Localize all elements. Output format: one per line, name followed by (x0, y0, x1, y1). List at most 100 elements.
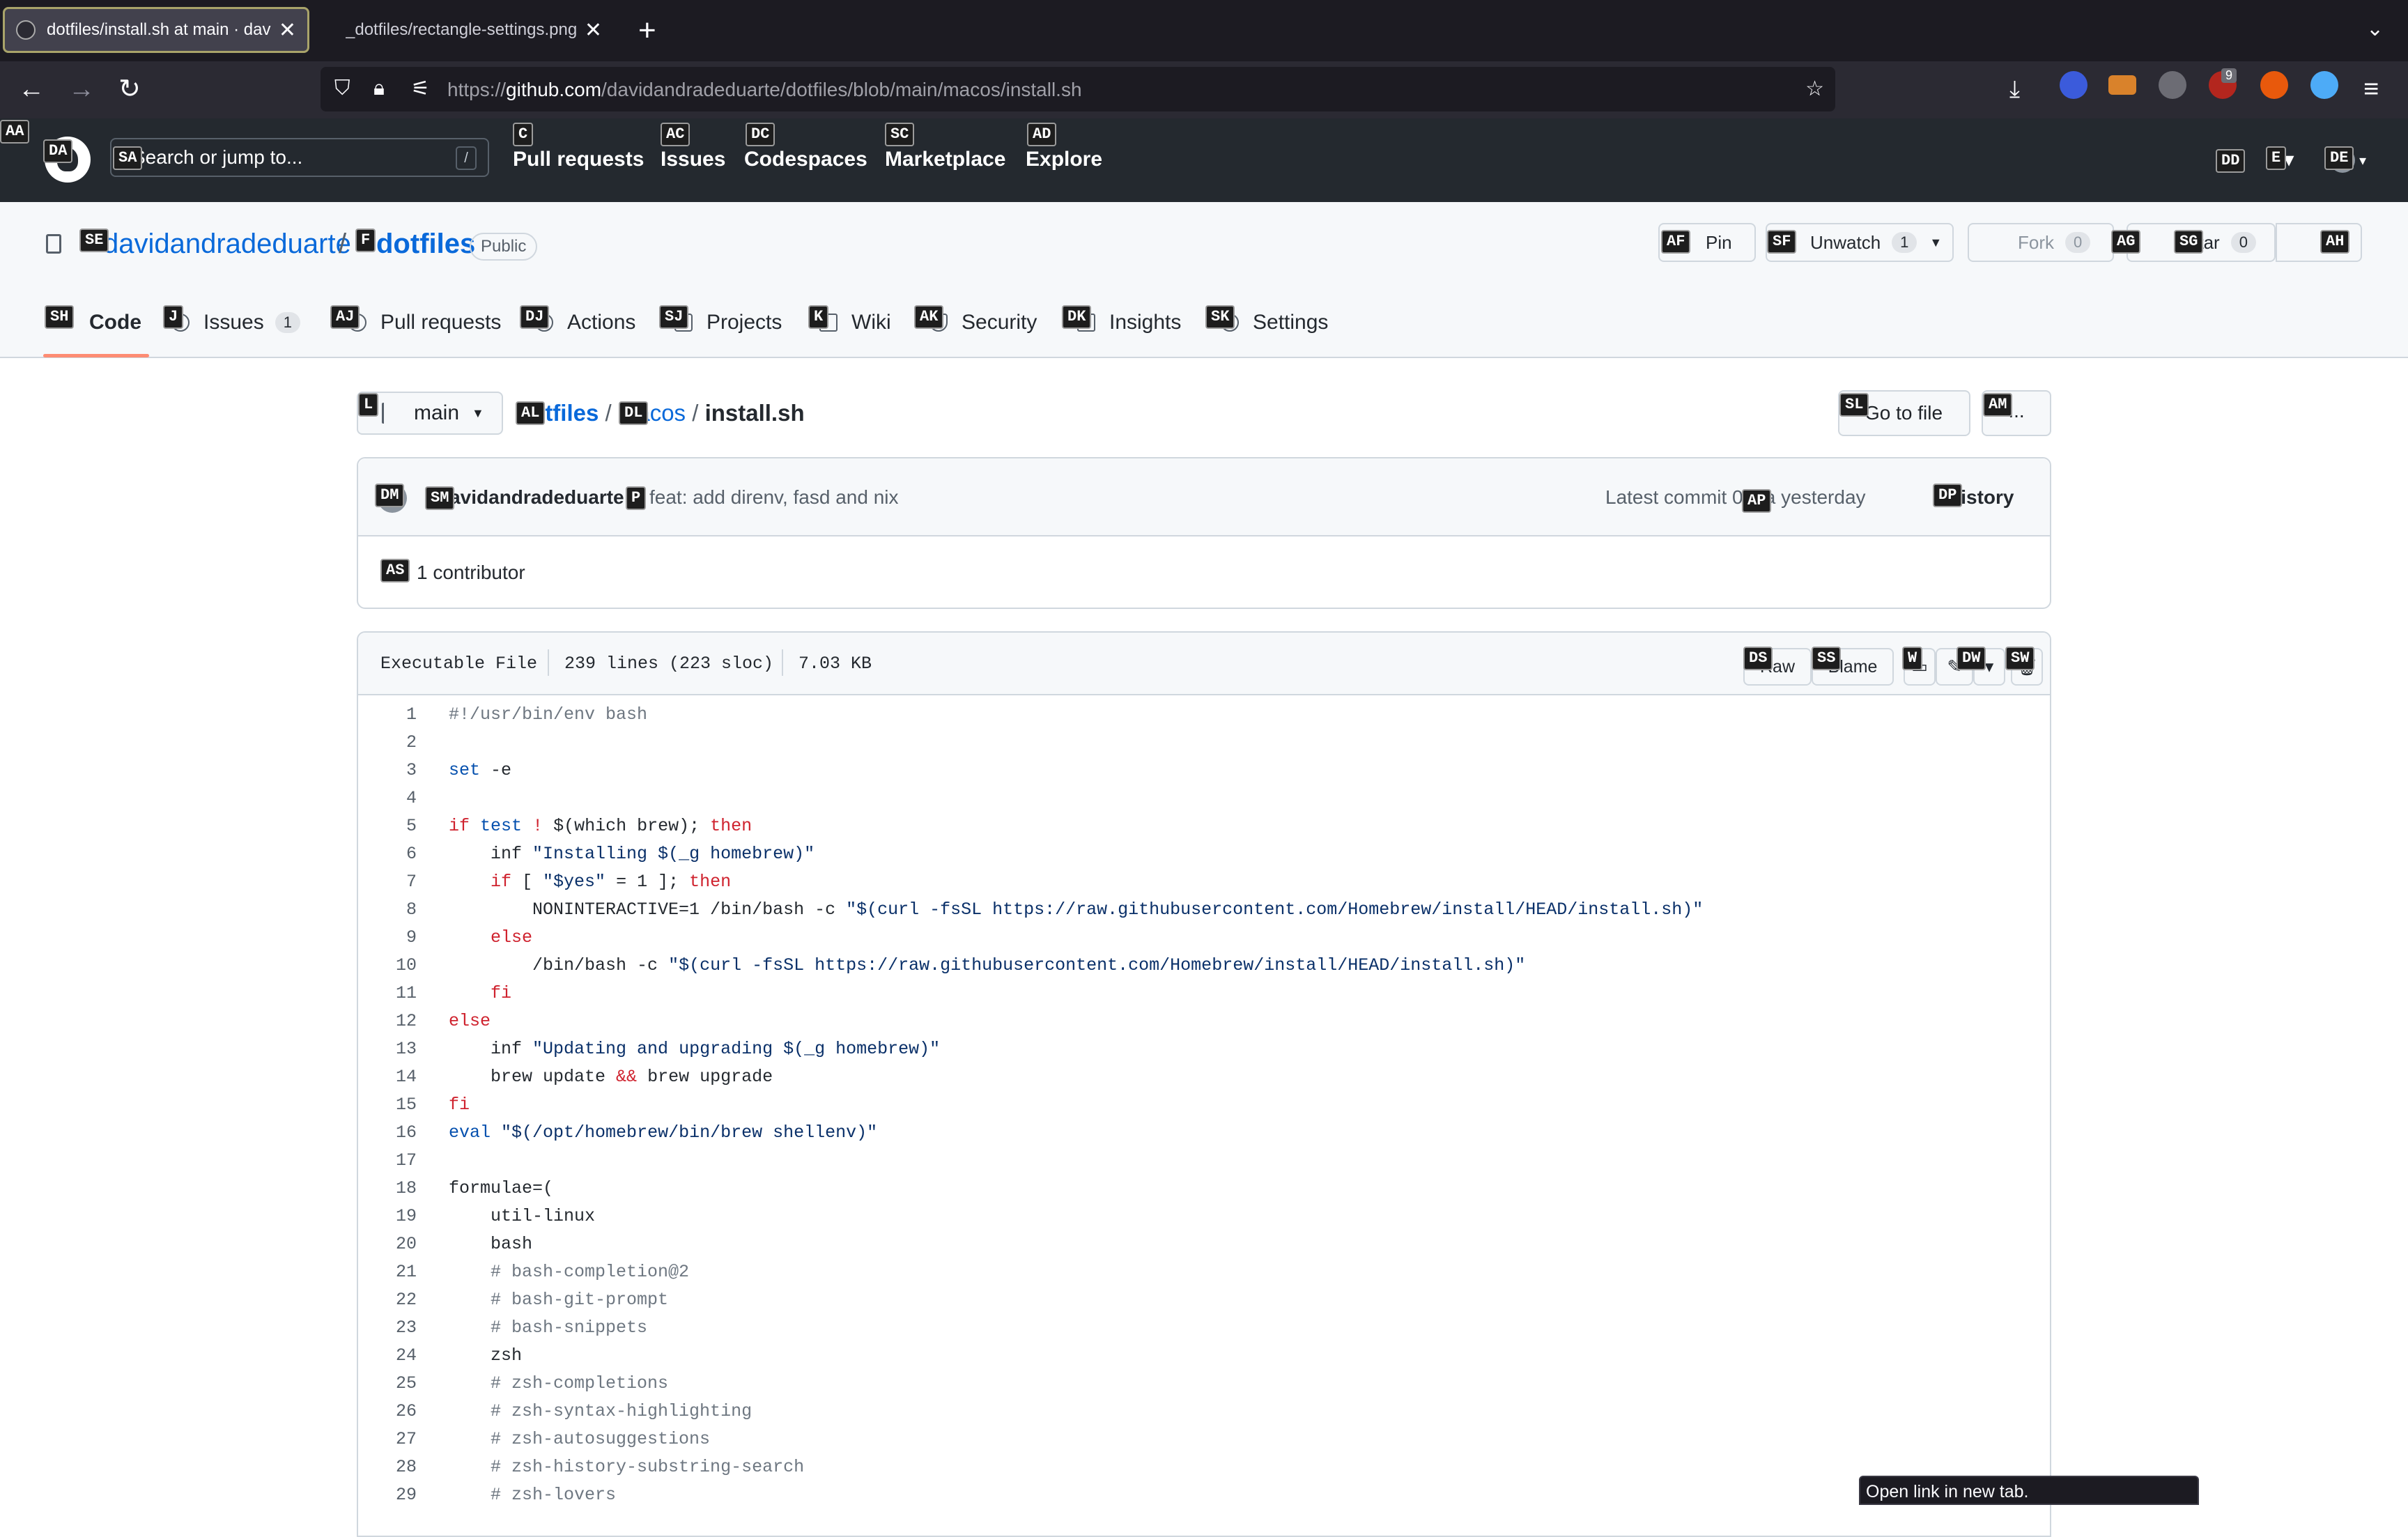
tab-insights[interactable]: Insights (1077, 311, 1181, 334)
line-number[interactable]: 3 (358, 757, 417, 785)
line-number[interactable]: 29 (358, 1481, 417, 1509)
repo-name-link[interactable]: dotfiles (376, 229, 475, 260)
tab-code[interactable]: Code (89, 311, 141, 334)
line-number[interactable]: 12 (358, 1007, 417, 1035)
line-number[interactable]: 14 (358, 1063, 417, 1091)
link-hint[interactable]: DW (1957, 647, 1986, 670)
menu-icon[interactable]: ≡ (2363, 71, 2379, 107)
line-number[interactable]: 22 (358, 1286, 417, 1314)
link-hint[interactable]: AK (914, 305, 944, 329)
link-hint[interactable]: C (513, 123, 534, 146)
line-number[interactable]: 8 (358, 896, 417, 924)
line-number[interactable]: 2 (358, 729, 417, 757)
line-number[interactable]: 25 (358, 1370, 417, 1398)
line-number[interactable]: 16 (358, 1119, 417, 1147)
branch-select-button[interactable]: main ▼ (357, 392, 503, 435)
link-hint[interactable]: K (808, 305, 829, 329)
link-hint[interactable]: DK (1062, 305, 1092, 329)
close-icon[interactable]: ✕ (279, 18, 296, 43)
tab-list-chevron-icon[interactable]: ⌄ (2366, 17, 2384, 41)
link-hint[interactable]: AL (516, 401, 546, 425)
browser-tab-inactive[interactable]: _dotfiles/rectangle-settings.png ✕ (334, 7, 613, 53)
link-hint[interactable]: DA (43, 139, 73, 163)
shield-icon[interactable]: ⛉ (334, 77, 350, 100)
link-hint[interactable]: DJ (520, 305, 550, 329)
commit-message-link[interactable]: feat: add direnv, fasd and nix (649, 486, 899, 509)
line-number[interactable]: 23 (358, 1314, 417, 1342)
link-hint[interactable]: P (626, 486, 647, 510)
line-number[interactable]: 11 (358, 980, 417, 1007)
nav-pull-requests[interactable]: Pull requests (513, 148, 644, 171)
link-hint[interactable]: DE (2324, 146, 2354, 170)
contributors-link[interactable]: 1 contributor (417, 562, 525, 584)
password-manager-icon[interactable] (2060, 71, 2087, 99)
line-number[interactable]: 5 (358, 812, 417, 840)
line-number[interactable]: 21 (358, 1258, 417, 1286)
search-input[interactable]: Search or jump to... (110, 138, 489, 177)
line-number[interactable]: 10 (358, 952, 417, 980)
link-hint[interactable]: SA (113, 146, 143, 170)
line-number[interactable]: 15 (358, 1091, 417, 1119)
nav-codespaces[interactable]: Codespaces (744, 148, 867, 171)
line-number[interactable]: 19 (358, 1203, 417, 1230)
link-hint[interactable]: AF (1661, 230, 1691, 254)
link-hint[interactable]: AG (2111, 230, 2141, 254)
link-hint[interactable]: SJ (659, 305, 689, 329)
link-hint[interactable]: SM (425, 486, 455, 510)
reload-icon[interactable]: ↻ (118, 71, 141, 107)
link-hint[interactable]: AS (380, 559, 410, 582)
line-number[interactable]: 27 (358, 1426, 417, 1453)
line-number[interactable]: 9 (358, 924, 417, 952)
latest-commit-info[interactable]: Latest commit 0a3a yesterday (1605, 486, 1866, 509)
chevron-down-icon[interactable]: ▾ (2359, 152, 2366, 169)
forward-arrow-icon[interactable]: → (68, 71, 95, 107)
link-hint[interactable]: AH (2320, 230, 2350, 254)
line-number[interactable]: 20 (358, 1230, 417, 1258)
link-hint[interactable]: SL (1839, 393, 1869, 417)
line-number[interactable]: 17 (358, 1147, 417, 1175)
line-number[interactable]: 26 (358, 1398, 417, 1426)
extension-icon[interactable] (2310, 71, 2338, 99)
browser-tab-active[interactable]: dotfiles/install.sh at main · davidandra… (3, 7, 309, 53)
line-number[interactable]: 13 (358, 1035, 417, 1063)
line-number[interactable]: 1 (358, 701, 417, 729)
line-number[interactable]: 4 (358, 785, 417, 812)
link-hint[interactable]: SH (45, 305, 75, 329)
close-icon[interactable]: ✕ (585, 18, 602, 43)
permissions-icon[interactable]: ⚟ (411, 77, 430, 101)
link-hint[interactable]: AJ (330, 305, 360, 329)
line-number[interactable]: 28 (358, 1453, 417, 1481)
link-hint[interactable]: SG (2174, 230, 2204, 254)
link-hint[interactable]: AC (661, 123, 690, 146)
url-text[interactable]: https://github.com/davidandradeduarte/do… (447, 79, 1082, 101)
link-hint[interactable]: DS (1743, 647, 1773, 670)
fork-button[interactable]: Fork 0 (1968, 223, 2114, 262)
link-hint[interactable]: SK (1205, 305, 1235, 329)
link-hint[interactable]: SC (885, 123, 915, 146)
link-hint[interactable]: DL (619, 401, 649, 425)
link-hint[interactable]: W (1902, 647, 1923, 670)
duckduckgo-icon[interactable] (2260, 71, 2288, 99)
extension-icon[interactable] (2159, 71, 2186, 99)
link-hint[interactable]: SF (1767, 230, 1797, 254)
link-hint[interactable]: J (163, 305, 184, 329)
url-bar[interactable]: ⛉ 🔒︎ ⚟ https://github.com/davidandradedu… (321, 67, 1835, 111)
repo-owner-link[interactable]: davidandradeduarte (103, 229, 351, 260)
link-hint[interactable]: E (2266, 146, 2287, 170)
downloads-icon[interactable]: ⤓ (2009, 71, 2020, 107)
link-hint[interactable]: SW (2005, 647, 2035, 670)
tab-wiki[interactable]: Wiki (819, 311, 891, 334)
tab-settings[interactable]: Settings (1221, 311, 1328, 334)
new-tab-plus-icon[interactable]: + (638, 13, 656, 49)
nav-explore[interactable]: Explore (1026, 148, 1102, 171)
line-number[interactable]: 6 (358, 840, 417, 868)
tab-issues[interactable]: Issues 1 (171, 311, 300, 334)
link-hint[interactable]: SS (1812, 647, 1842, 670)
link-hint[interactable]: AA (0, 120, 30, 144)
line-number[interactable]: 24 (358, 1342, 417, 1370)
link-hint[interactable]: DM (375, 484, 405, 507)
tab-security[interactable]: Security (929, 311, 1037, 334)
link-hint[interactable]: SE (79, 229, 109, 252)
link-hint[interactable]: L (358, 393, 379, 417)
link-hint[interactable]: AM (1983, 393, 2013, 417)
